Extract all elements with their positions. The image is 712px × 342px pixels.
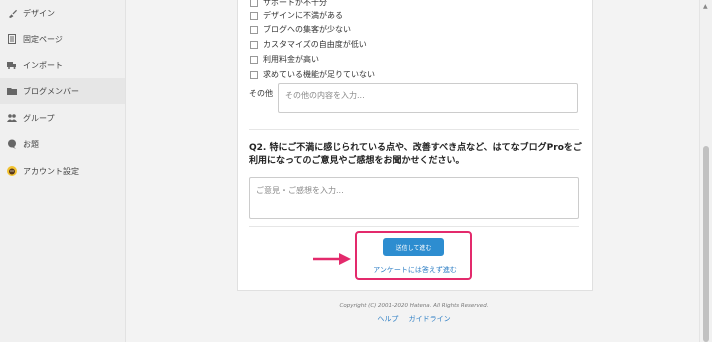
sidebar: デザイン 固定ページ インポート ブログメンバー グループ お題 アカウント設定 <box>0 0 126 342</box>
sidebar-item-label: 固定ページ <box>23 34 63 44</box>
group-icon <box>7 113 17 123</box>
option-label: ブログへの集客が少ない <box>263 25 351 34</box>
sidebar-item-label: ブログメンバー <box>23 86 79 96</box>
checkbox[interactable] <box>250 70 258 79</box>
footer-links: ヘルプ ガイドライン <box>237 314 591 324</box>
checkbox[interactable] <box>250 40 258 49</box>
option-features[interactable]: 求めている機能が足りていない <box>250 68 375 81</box>
option-label: デザインに不満がある <box>263 11 343 20</box>
option-design[interactable]: デザインに不満がある <box>250 9 343 22</box>
other-label: その他 <box>249 89 273 98</box>
option-label: 求めている機能が足りていない <box>263 70 375 79</box>
folder-icon <box>7 86 17 96</box>
page-icon <box>7 34 17 44</box>
sidebar-item-label: アカウント設定 <box>23 166 79 176</box>
help-link[interactable]: ヘルプ <box>377 315 398 323</box>
skip-survey-link[interactable]: アンケートには答えず進む <box>367 265 463 275</box>
sidebar-item-fixed-page[interactable]: 固定ページ <box>0 26 125 52</box>
option-traffic[interactable]: ブログへの集客が少ない <box>250 23 351 36</box>
scrollbar[interactable]: ▲ <box>699 0 712 342</box>
guideline-link[interactable]: ガイドライン <box>409 315 451 323</box>
truck-icon <box>7 60 17 70</box>
sidebar-item-blog-members[interactable]: ブログメンバー <box>0 78 125 104</box>
feedback-input[interactable]: ご意見・ご感想を入力... <box>249 177 579 219</box>
copyright: Copyright (C) 2001-2020 Hatena. All Righ… <box>339 303 489 309</box>
question-2: Q2. 特にご不満に感じられている点や、改善すべき点など、はてなブログProをご… <box>249 143 582 166</box>
speech-bubble-icon <box>7 139 17 149</box>
option-label: カスタマイズの自由度が低い <box>263 40 367 49</box>
divider <box>249 226 579 227</box>
arrow-right-icon <box>313 253 351 265</box>
option-price[interactable]: 利用料金が高い <box>250 53 319 66</box>
scrollbar-thumb[interactable] <box>703 146 709 342</box>
sidebar-item-topic[interactable]: お題 <box>0 131 125 157</box>
checkbox[interactable] <box>250 55 258 64</box>
option-customize[interactable]: カスタマイズの自由度が低い <box>250 38 367 51</box>
option-support[interactable]: サポートが不十分 <box>250 0 327 9</box>
sidebar-item-label: グループ <box>23 113 55 123</box>
sidebar-item-design[interactable]: デザイン <box>0 0 125 26</box>
sidebar-item-label: インポート <box>23 60 63 70</box>
sidebar-item-import[interactable]: インポート <box>0 52 125 78</box>
brush-icon <box>7 8 17 18</box>
sidebar-item-label: デザイン <box>23 8 55 18</box>
sidebar-item-account-settings[interactable]: アカウント設定 <box>0 158 125 184</box>
divider <box>249 129 579 130</box>
sidebar-item-label: お題 <box>23 139 39 149</box>
checkbox[interactable] <box>250 0 258 7</box>
scroll-up-icon[interactable]: ▲ <box>703 3 708 10</box>
option-label: 利用料金が高い <box>263 55 319 64</box>
option-label: サポートが不十分 <box>263 0 327 7</box>
other-input[interactable]: その他の内容を入力... <box>278 83 578 113</box>
checkbox[interactable] <box>250 25 258 34</box>
avatar-icon <box>7 166 17 176</box>
submit-button[interactable]: 送信して進む <box>383 238 444 256</box>
checkbox[interactable] <box>250 11 258 20</box>
sidebar-item-group[interactable]: グループ <box>0 105 125 131</box>
